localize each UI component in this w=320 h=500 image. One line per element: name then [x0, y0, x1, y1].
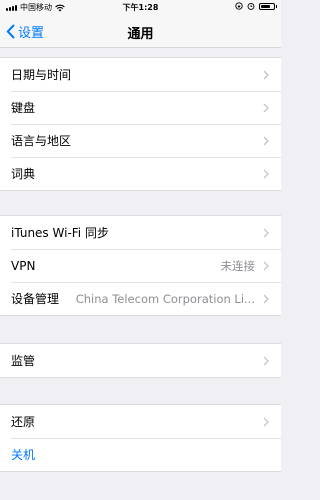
- settings-group-1: 日期与时间 键盘 语言与地区 词典: [0, 57, 281, 191]
- status-right: [235, 2, 277, 10]
- row-label: VPN: [11, 258, 36, 273]
- row-label: 语言与地区: [11, 134, 72, 148]
- chevron-right-icon: [263, 169, 269, 179]
- row-label: 设备管理: [11, 292, 60, 306]
- shutdown-button[interactable]: 关机: [0, 438, 281, 471]
- row-label: 键盘: [11, 101, 36, 115]
- chevron-right-icon: [263, 70, 269, 80]
- row-label: 关机: [11, 448, 36, 462]
- row-label: iTunes Wi-Fi 同步: [11, 226, 109, 240]
- page-title: 通用: [127, 27, 154, 42]
- chevron-right-icon: [263, 356, 269, 366]
- row-label: 还原: [11, 415, 36, 429]
- row-label: 日期与时间: [11, 68, 72, 82]
- row-language-region[interactable]: 语言与地区: [0, 124, 281, 157]
- row-itunes-wifi-sync[interactable]: iTunes Wi-Fi 同步: [0, 216, 281, 249]
- vpn-status-value: 未连接: [220, 258, 256, 273]
- row-supervision[interactable]: 监管: [0, 344, 281, 377]
- device-management-value: China Telecom Corporation Li...: [75, 291, 255, 306]
- row-device-management[interactable]: 设备管理 China Telecom Corporation Li...: [0, 282, 281, 315]
- settings-group-2: iTunes Wi-Fi 同步 VPN 未连接 设备管理 China Telec…: [0, 215, 281, 316]
- settings-group-3: 监管: [0, 343, 281, 378]
- status-bar: 中国移动 下午1:28: [0, 0, 281, 14]
- chevron-right-icon: [263, 261, 269, 271]
- rotation-lock-icon: [235, 2, 243, 10]
- row-dictionary[interactable]: 词典: [0, 157, 281, 190]
- chevron-right-icon: [263, 228, 269, 238]
- chevron-right-icon: [263, 294, 269, 304]
- chevron-right-icon: [263, 417, 269, 427]
- row-date-time[interactable]: 日期与时间: [0, 58, 281, 91]
- alarm-icon: [247, 2, 255, 10]
- row-label: 监管: [11, 354, 36, 368]
- nav-bar: 设置 通用: [0, 14, 281, 48]
- row-reset[interactable]: 还原: [0, 405, 281, 438]
- row-vpn[interactable]: VPN 未连接: [0, 249, 281, 282]
- battery-icon: [259, 2, 277, 10]
- row-label: 词典: [11, 167, 36, 181]
- chevron-right-icon: [263, 103, 269, 113]
- chevron-right-icon: [263, 136, 269, 146]
- row-keyboard[interactable]: 键盘: [0, 91, 281, 124]
- battery-level: [261, 4, 270, 8]
- settings-group-4: 还原 关机: [0, 404, 281, 472]
